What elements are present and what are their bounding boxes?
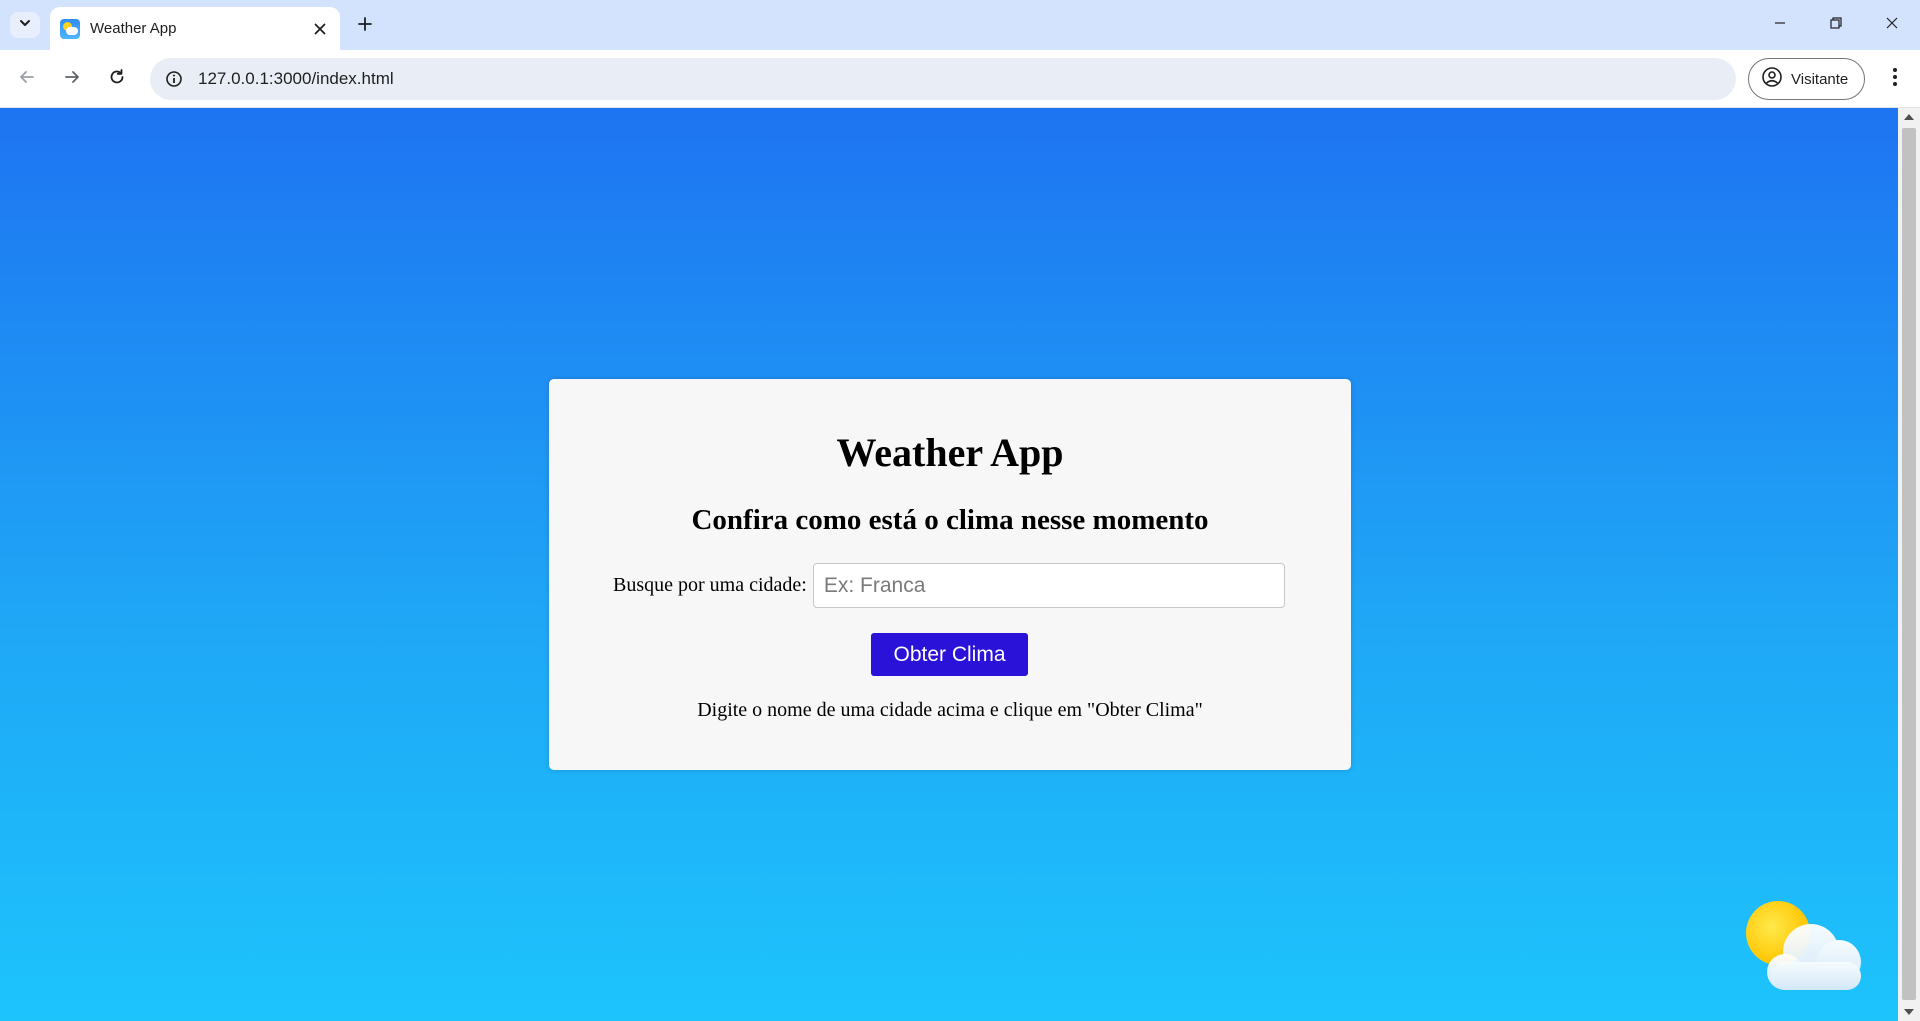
more-menu-button[interactable] [1880, 62, 1910, 96]
tab-weather-app[interactable]: Weather App [50, 7, 340, 50]
plus-icon [357, 11, 373, 39]
restore-icon [1829, 16, 1843, 35]
reload-icon [108, 68, 126, 91]
url-text: 127.0.0.1:3000/index.html [198, 69, 394, 88]
tab-title: Weather App [90, 20, 177, 37]
address-bar[interactable]: 127.0.0.1:3000/index.html [150, 58, 1736, 100]
get-weather-button[interactable]: Obter Clima [871, 633, 1028, 676]
tab-search-button[interactable] [10, 12, 40, 38]
scroll-thumb[interactable] [1902, 128, 1916, 1000]
tab-strip: Weather App [0, 0, 1920, 50]
minimize-icon [1773, 16, 1787, 35]
restore-button[interactable] [1808, 0, 1864, 50]
page-viewport: Weather App Confira como está o clima ne… [0, 108, 1898, 1021]
page-subtitle: Confira como está o clima nesse momento [691, 504, 1209, 536]
close-icon [1885, 16, 1899, 35]
search-row: Busque por uma cidade: [613, 563, 1285, 608]
minimize-button[interactable] [1752, 0, 1808, 50]
profile-button[interactable]: Visitante [1748, 58, 1865, 100]
close-window-button[interactable] [1864, 0, 1920, 50]
profile-icon [1761, 66, 1783, 93]
weather-card: Weather App Confira como está o clima ne… [549, 379, 1351, 770]
close-icon[interactable] [310, 19, 330, 39]
profile-label: Visitante [1791, 70, 1849, 88]
site-info-icon[interactable] [164, 69, 184, 89]
forward-arrow-icon [63, 68, 81, 91]
vertical-scrollbar[interactable] [1898, 108, 1920, 1021]
page-title: Weather App [836, 430, 1064, 475]
back-arrow-icon [18, 68, 36, 91]
city-search-input[interactable] [812, 563, 1285, 608]
window-controls [1752, 0, 1920, 50]
scroll-down-icon[interactable] [1904, 1009, 1914, 1015]
back-button[interactable] [10, 62, 44, 96]
hint-text: Digite o nome de uma cidade acima e cliq… [697, 699, 1203, 721]
search-label: Busque por uma cidade: [613, 574, 807, 596]
forward-button[interactable] [55, 62, 89, 96]
reload-button[interactable] [100, 62, 134, 96]
sun-cloud-icon [1745, 900, 1869, 1000]
chevron-down-icon [18, 16, 32, 35]
browser-toolbar: 127.0.0.1:3000/index.html Visitante [0, 50, 1920, 108]
scroll-up-icon[interactable] [1904, 114, 1914, 120]
more-menu-icon [1892, 67, 1898, 92]
weather-favicon-icon [60, 18, 80, 39]
new-tab-button[interactable] [352, 12, 378, 38]
